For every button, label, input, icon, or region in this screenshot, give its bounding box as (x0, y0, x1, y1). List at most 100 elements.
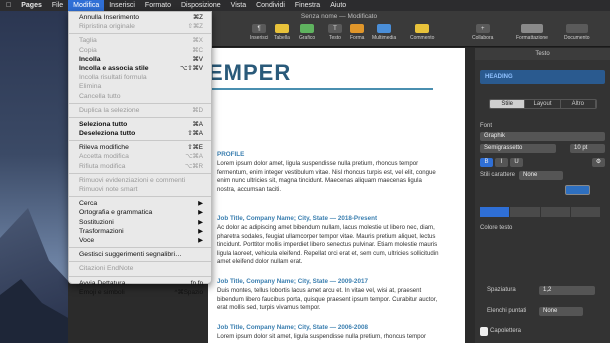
paragraph-style-selector[interactable]: HEADING (480, 70, 605, 84)
font-weight-select[interactable]: Semigrassetto (480, 144, 556, 153)
menu-separator (69, 196, 211, 198)
align-justify-button[interactable] (570, 207, 600, 217)
dropcap-checkbox[interactable] (480, 327, 488, 336)
menu-item[interactable]: Gestisci suggerimenti segnalibri… (69, 250, 211, 259)
text-color-swatch[interactable] (565, 185, 590, 195)
menu-item-shortcut: ▶ (198, 218, 203, 226)
menu-separator (69, 261, 211, 263)
menu-item[interactable]: Deseleziona tutto ⇧⌘A (69, 129, 211, 138)
menu-item: Taglia ⌘X (69, 36, 211, 45)
font-size-field[interactable]: 10 pt (570, 144, 605, 153)
menu-item[interactable]: Trasformazioni ▶ (69, 227, 211, 236)
format-panel: Testo HEADING Stile Layout Altro Font Gr… (475, 48, 610, 343)
menu-item[interactable]: Voce ▶ (69, 236, 211, 245)
section-heading-job-3[interactable]: Job Title, Company Name; City, State — 2… (217, 324, 368, 331)
section-heading-profile[interactable]: PROFILE (217, 151, 244, 158)
panel-tab-testo[interactable]: Testo (475, 48, 610, 60)
menu-modifica[interactable]: Modifica (68, 0, 105, 11)
char-styles-select[interactable]: None (519, 171, 563, 180)
menu-separator (69, 140, 211, 142)
menu-aiuto[interactable]: Aiuto (325, 0, 351, 11)
bullets-select[interactable]: None (539, 307, 583, 316)
font-label: Font (480, 123, 493, 129)
italic-button[interactable]: I (495, 158, 508, 167)
menu-item-shortcut: ▶ (198, 227, 203, 235)
section-heading-job-2[interactable]: Job Title, Company Name; City, State — 2… (217, 278, 368, 285)
more-text-options-gear-icon[interactable]: ⚙ (592, 158, 605, 167)
menu-item-label: Rifiuta modifica (79, 162, 126, 170)
toolbar-inserisci-button[interactable]: ¶ Inserisci (250, 24, 268, 41)
align-left-button[interactable] (480, 207, 510, 217)
menu-item[interactable]: Incolla ⌘V (69, 55, 211, 64)
menu-formato[interactable]: Formato (140, 0, 176, 11)
menu-vista[interactable]: Vista (226, 0, 251, 11)
menu-item[interactable]: Annulla Inserimento ⌘Z (69, 13, 211, 22)
menu-item-shortcut: ▶ (198, 209, 203, 217)
menu-separator (69, 172, 211, 174)
align-right-button[interactable] (540, 207, 570, 217)
collaborate-icon: + (475, 24, 490, 33)
menu-item[interactable]: Incolla e associa stile ⌥⇧⌘V (69, 64, 211, 73)
char-styles-label: Stili carattere (480, 172, 516, 178)
section-text-job-1[interactable]: Ac dolor ac adipiscing amet bibendum nul… (217, 224, 442, 267)
bold-button[interactable]: B (480, 158, 493, 167)
menu-item[interactable]: Emoji e simboli ^⌘Spazio (69, 288, 211, 297)
menu-item: Accetta modifica ⌥⌘A (69, 152, 211, 161)
apple-menu-icon[interactable]:  (0, 0, 16, 11)
menu-item[interactable]: Ortografia e grammatica ▶ (69, 208, 211, 217)
menu-item[interactable]: Rileva modifiche ⇧⌘E (69, 143, 211, 152)
menu-item: Ripristina originale ⇧⌘Z (69, 22, 211, 31)
segment-altro[interactable]: Altro (561, 100, 596, 108)
section-text-job-3[interactable]: Lorem ipsum dolor sit amet, ligula suspe… (217, 333, 442, 342)
toolbar-tabella-button[interactable]: Tabella (274, 24, 290, 41)
menu-item[interactable]: Sostituzioni ▶ (69, 218, 211, 227)
underline-button[interactable]: U (510, 158, 523, 167)
menu-item-shortcut: ⌘C (192, 46, 203, 54)
menu-disposizione[interactable]: Disposizione (176, 0, 226, 11)
menu-item-shortcut: ⇧⌘E (187, 144, 203, 152)
align-center-button[interactable] (510, 207, 540, 217)
font-family-select[interactable]: Graphik (480, 132, 605, 141)
menu-finestra[interactable]: Finestra (290, 0, 325, 11)
toolbar-documento-button[interactable]: Documento (564, 24, 590, 41)
segment-layout[interactable]: Layout (525, 100, 561, 108)
menu-item-shortcut: ⇧⌘A (187, 130, 203, 138)
menu-item-label: Gestisci suggerimenti segnalibri… (79, 251, 182, 259)
menu-item-label: Rimuovi evidenziazioni e commenti (79, 176, 186, 184)
toolbar-forma-button[interactable]: Forma (350, 24, 364, 41)
menu-item[interactable]: Avvia Dettatura… fn fn (69, 279, 211, 288)
document-title[interactable]: EMPER (208, 60, 291, 86)
modifica-dropdown-menu: Annulla Inserimento ⌘Z Ripristina original… (68, 11, 212, 296)
toolbar-formattazione-button[interactable]: Formattazione (516, 24, 548, 41)
toolbar-collabora-button[interactable]: + Collabora (472, 24, 493, 41)
toolbar-grafico-button[interactable]: Grafico (299, 24, 315, 41)
menu-item: Incolla risultati formula (69, 73, 211, 82)
section-heading-job-1[interactable]: Job Title, Company Name; City, State — 2… (217, 215, 377, 222)
canvas-right-area (465, 48, 475, 343)
menu-separator (69, 275, 211, 277)
menu-item-shortcut: ⌥⇧⌘V (179, 64, 203, 72)
menu-item-label: Elimina (79, 83, 102, 91)
menu-item[interactable]: Cerca ▶ (69, 199, 211, 208)
menu-item: Duplica la selezione ⌘D (69, 106, 211, 115)
menu-file[interactable]: File (47, 0, 68, 11)
section-text-profile[interactable]: Lorem ipsum dolor amet, ligula suspendis… (217, 160, 442, 194)
menu-condividi[interactable]: Condividi (251, 0, 290, 11)
section-text-job-2[interactable]: Duis montes, tellus lobortis lacus amet … (217, 287, 442, 313)
spacing-select[interactable]: 1,2 (539, 286, 595, 295)
menu-item-label: Ripristina originale (79, 23, 135, 31)
segment-stile[interactable]: Stile (490, 100, 526, 108)
menu-item-shortcut: ⌘D (192, 106, 203, 114)
menu-item[interactable]: Seleziona tutto ⌘A (69, 120, 211, 129)
menu-inserisci[interactable]: Inserisci (104, 0, 140, 11)
menu-item-label: Seleziona tutto (79, 120, 128, 128)
toolbar-testo-button[interactable]: T Testo (328, 24, 342, 41)
menu-item: Cancella tutto (69, 92, 211, 101)
menu-pages[interactable]: Pages (16, 0, 47, 11)
text-color-label: Colore testo (480, 225, 513, 231)
document-page[interactable]: EMPER PROFILE Lorem ipsum dolor amet, li… (208, 48, 465, 343)
toolbar-multimedia-button[interactable]: Multimedia (372, 24, 396, 41)
menu-item-shortcut: ⌘X (192, 37, 204, 45)
toolbar-commento-button[interactable]: Commento (410, 24, 434, 41)
menu-item: Rimuovi note smart (69, 185, 211, 194)
